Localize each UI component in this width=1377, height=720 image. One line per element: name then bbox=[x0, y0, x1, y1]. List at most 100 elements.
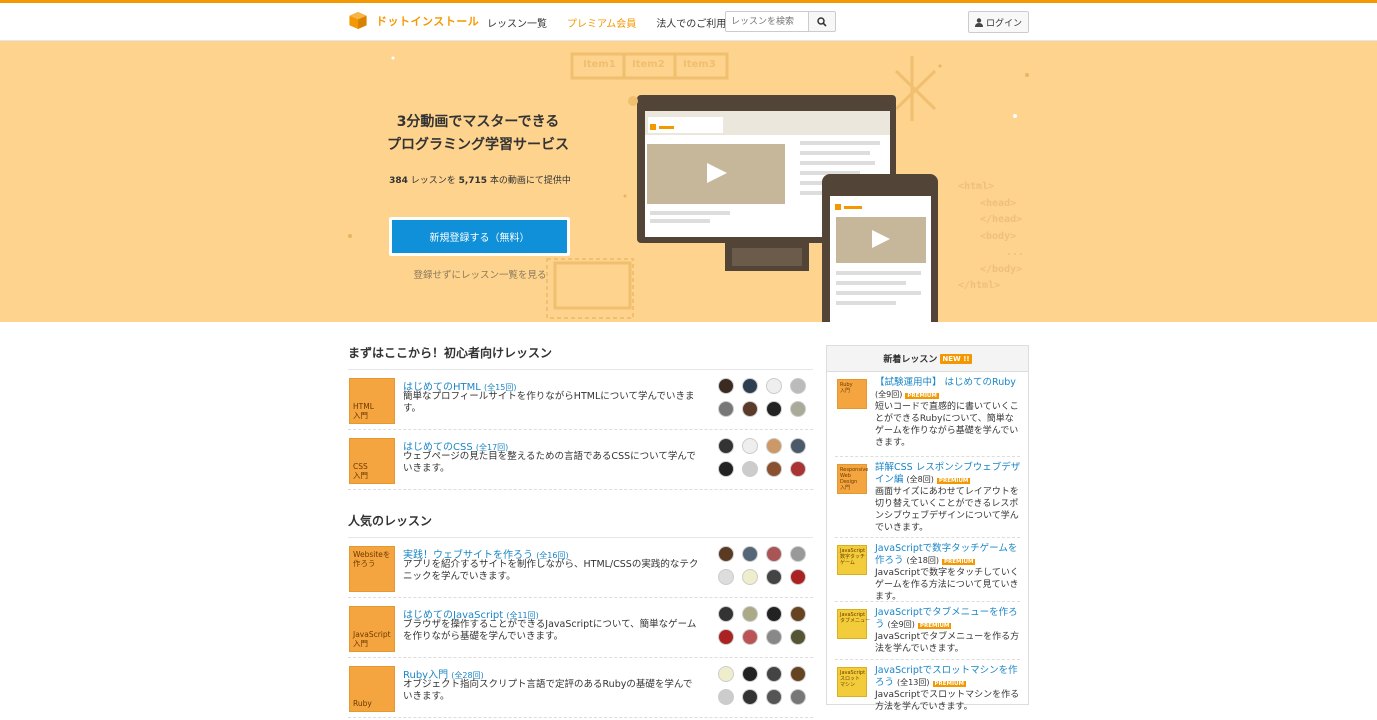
search-form bbox=[725, 11, 836, 32]
avatar[interactable] bbox=[718, 546, 734, 562]
sidebar-lesson-title[interactable]: 詳解CSS レスポンシブウェブデザイン編 (全8回) PREMIUM bbox=[875, 462, 1022, 487]
hero-ui-item: Item1 bbox=[583, 59, 616, 70]
nav-business[interactable]: 法人でのご利用 bbox=[656, 15, 726, 30]
sidebar-lesson[interactable]: JavaScript スロット マシン JavaScriptでスロットマシンを作… bbox=[835, 660, 1020, 720]
premium-badge: PREMIUM bbox=[917, 623, 952, 629]
login-label: ログイン bbox=[985, 18, 1022, 29]
avatar[interactable] bbox=[766, 666, 782, 682]
search-input[interactable] bbox=[725, 11, 808, 32]
sidebar-thumbnail[interactable]: Ruby 入門 bbox=[837, 379, 867, 409]
avatar[interactable] bbox=[790, 378, 806, 394]
avatar[interactable] bbox=[766, 546, 782, 562]
avatar[interactable] bbox=[766, 569, 782, 585]
lesson-item[interactable]: CSS 入門 はじめてのCSS (全17回) ウェブページの見た目を整えるための… bbox=[348, 430, 813, 490]
sidebar-lesson-title[interactable]: JavaScriptでタブメニューを作ろう (全9回) PREMIUM bbox=[875, 607, 1022, 632]
avatar[interactable] bbox=[742, 546, 758, 562]
sidebar-lesson[interactable]: Responsive Web Design 入門 詳解CSS レスポンシブウェブ… bbox=[835, 457, 1020, 538]
avatar[interactable] bbox=[790, 401, 806, 417]
sidebar-count: (全13回) bbox=[897, 678, 930, 687]
avatar[interactable] bbox=[742, 378, 758, 394]
avatar[interactable] bbox=[742, 461, 758, 477]
sidebar-desc: JavaScriptでタブメニューを作る方法を学んでいきます。 bbox=[875, 632, 1020, 654]
avatar[interactable] bbox=[766, 689, 782, 705]
avatar[interactable] bbox=[718, 438, 734, 454]
hero-title-line: 3分動画でマスターできる bbox=[396, 114, 560, 130]
sidebar-title: 新着レッスン bbox=[883, 355, 938, 365]
avatar[interactable] bbox=[766, 629, 782, 645]
avatar-group bbox=[718, 378, 808, 417]
avatar[interactable] bbox=[718, 629, 734, 645]
nav-premium[interactable]: プレミアム会員 bbox=[567, 15, 636, 30]
avatar[interactable] bbox=[790, 569, 806, 585]
avatar[interactable] bbox=[742, 401, 758, 417]
nav-lessons[interactable]: レッスン一覧 bbox=[487, 15, 547, 30]
avatar[interactable] bbox=[718, 569, 734, 585]
lesson-thumbnail[interactable]: HTML 入門 bbox=[349, 378, 395, 424]
sidebar-lesson[interactable]: JavaScript タブメニュー JavaScriptでタブメニューを作ろう … bbox=[835, 602, 1020, 660]
sidebar-thumbnail[interactable]: JavaScript 数字タッチ ゲーム bbox=[837, 545, 867, 575]
avatar[interactable] bbox=[742, 689, 758, 705]
sidebar-lesson-title[interactable]: JavaScriptで数字タッチゲームを作ろう (全18回) PREMIUM bbox=[875, 543, 1022, 568]
avatar[interactable] bbox=[790, 629, 806, 645]
logo-text: ドットインストール bbox=[376, 14, 480, 28]
avatar[interactable] bbox=[790, 666, 806, 682]
avatar[interactable] bbox=[742, 569, 758, 585]
thumb-label: HTML 入門 bbox=[353, 402, 374, 420]
browse-lessons-link[interactable]: 登録せずにレッスン一覧を見る bbox=[380, 267, 580, 281]
sidebar-thumbnail[interactable]: JavaScript タブメニュー bbox=[837, 609, 870, 639]
login-button[interactable]: ログイン bbox=[968, 11, 1029, 33]
signup-button[interactable]: 新規登録する（無料） bbox=[389, 217, 570, 256]
lesson-thumbnail[interactable]: Websiteを 作ろう bbox=[349, 546, 395, 592]
sidebar-desc: 画面サイズにあわせてレイアウトを切り替えていくことができるレスポンシブウェブデザ… bbox=[875, 487, 1019, 533]
lesson-thumbnail[interactable]: CSS 入門 bbox=[349, 438, 395, 484]
avatar[interactable] bbox=[790, 546, 806, 562]
avatar[interactable] bbox=[718, 666, 734, 682]
avatar[interactable] bbox=[742, 438, 758, 454]
lesson-thumbnail[interactable]: JavaScript 入門 bbox=[349, 606, 395, 652]
avatar[interactable] bbox=[766, 606, 782, 622]
lesson-desc: ウェブページの見た目を整えるための言語であるCSSについて学んでいきます。 bbox=[403, 451, 696, 474]
avatar[interactable] bbox=[718, 461, 734, 477]
hero-ui-item: Item2 bbox=[632, 59, 665, 70]
avatar[interactable] bbox=[718, 401, 734, 417]
avatar[interactable] bbox=[790, 438, 806, 454]
avatar[interactable] bbox=[790, 689, 806, 705]
sidebar-count: (全9回) bbox=[875, 390, 903, 399]
sidebar-thumbnail[interactable]: JavaScript スロット マシン bbox=[837, 667, 867, 697]
sidebar-lesson-title[interactable]: JavaScriptでスロットマシンを作ろう (全13回) PREMIUM bbox=[875, 665, 1022, 690]
premium-badge: PREMIUM bbox=[942, 559, 976, 565]
sidebar-lesson-title[interactable]: 【試験運用中】 はじめてのRuby (全9回) PREMIUM bbox=[875, 377, 1022, 402]
avatar[interactable] bbox=[766, 438, 782, 454]
avatar-group bbox=[718, 606, 808, 645]
avatar[interactable] bbox=[718, 606, 734, 622]
lesson-item[interactable]: Ruby Ruby入門 (全28回) オブジェクト指向スクリプト言語で定評のある… bbox=[348, 658, 813, 718]
premium-badge: PREMIUM bbox=[936, 478, 971, 484]
avatar[interactable] bbox=[742, 606, 758, 622]
avatar[interactable] bbox=[766, 378, 782, 394]
avatar[interactable] bbox=[766, 461, 782, 477]
avatar-group bbox=[718, 438, 808, 477]
lesson-thumbnail[interactable]: Ruby bbox=[349, 666, 395, 712]
avatar[interactable] bbox=[766, 401, 782, 417]
sidebar-lesson[interactable]: JavaScript 数字タッチ ゲーム JavaScriptで数字タッチゲーム… bbox=[835, 538, 1020, 602]
sidebar-lesson[interactable]: Ruby 入門 【試験運用中】 はじめてのRuby (全9回) PREMIUM … bbox=[835, 372, 1020, 457]
lesson-item[interactable]: JavaScript 入門 はじめてのJavaScript (全11回) ブラウ… bbox=[348, 598, 813, 658]
site-logo[interactable]: ドットインストール bbox=[348, 11, 479, 30]
avatar[interactable] bbox=[718, 689, 734, 705]
sidebar-desc: JavaScriptで数字をタッチしていくゲームを作る方法について見ていきます。 bbox=[875, 568, 1019, 602]
search-button[interactable] bbox=[808, 11, 836, 32]
lesson-item[interactable]: HTML 入門 はじめてのHTML (全15回) 簡単なプロフィールサイトを作り… bbox=[348, 370, 813, 430]
avatar[interactable] bbox=[742, 666, 758, 682]
logo-cube-icon bbox=[349, 11, 367, 30]
code-line: </html> bbox=[958, 280, 1001, 291]
avatar[interactable] bbox=[790, 606, 806, 622]
sidebar-count: (全9回) bbox=[887, 620, 915, 629]
sidebar-count: (全8回) bbox=[906, 475, 934, 484]
avatar[interactable] bbox=[790, 461, 806, 477]
sidebar-thumbnail[interactable]: Responsive Web Design 入門 bbox=[837, 464, 868, 494]
code-line: ... bbox=[1006, 247, 1025, 258]
avatar[interactable] bbox=[742, 629, 758, 645]
avatar[interactable] bbox=[718, 378, 734, 394]
sidebar-desc: JavaScriptでスロットマシンを作る方法を学んでいきます。 bbox=[875, 690, 1020, 712]
lesson-item[interactable]: Websiteを 作ろう 実践！ウェブサイトを作ろう (全16回) アプリを紹介… bbox=[348, 538, 813, 598]
